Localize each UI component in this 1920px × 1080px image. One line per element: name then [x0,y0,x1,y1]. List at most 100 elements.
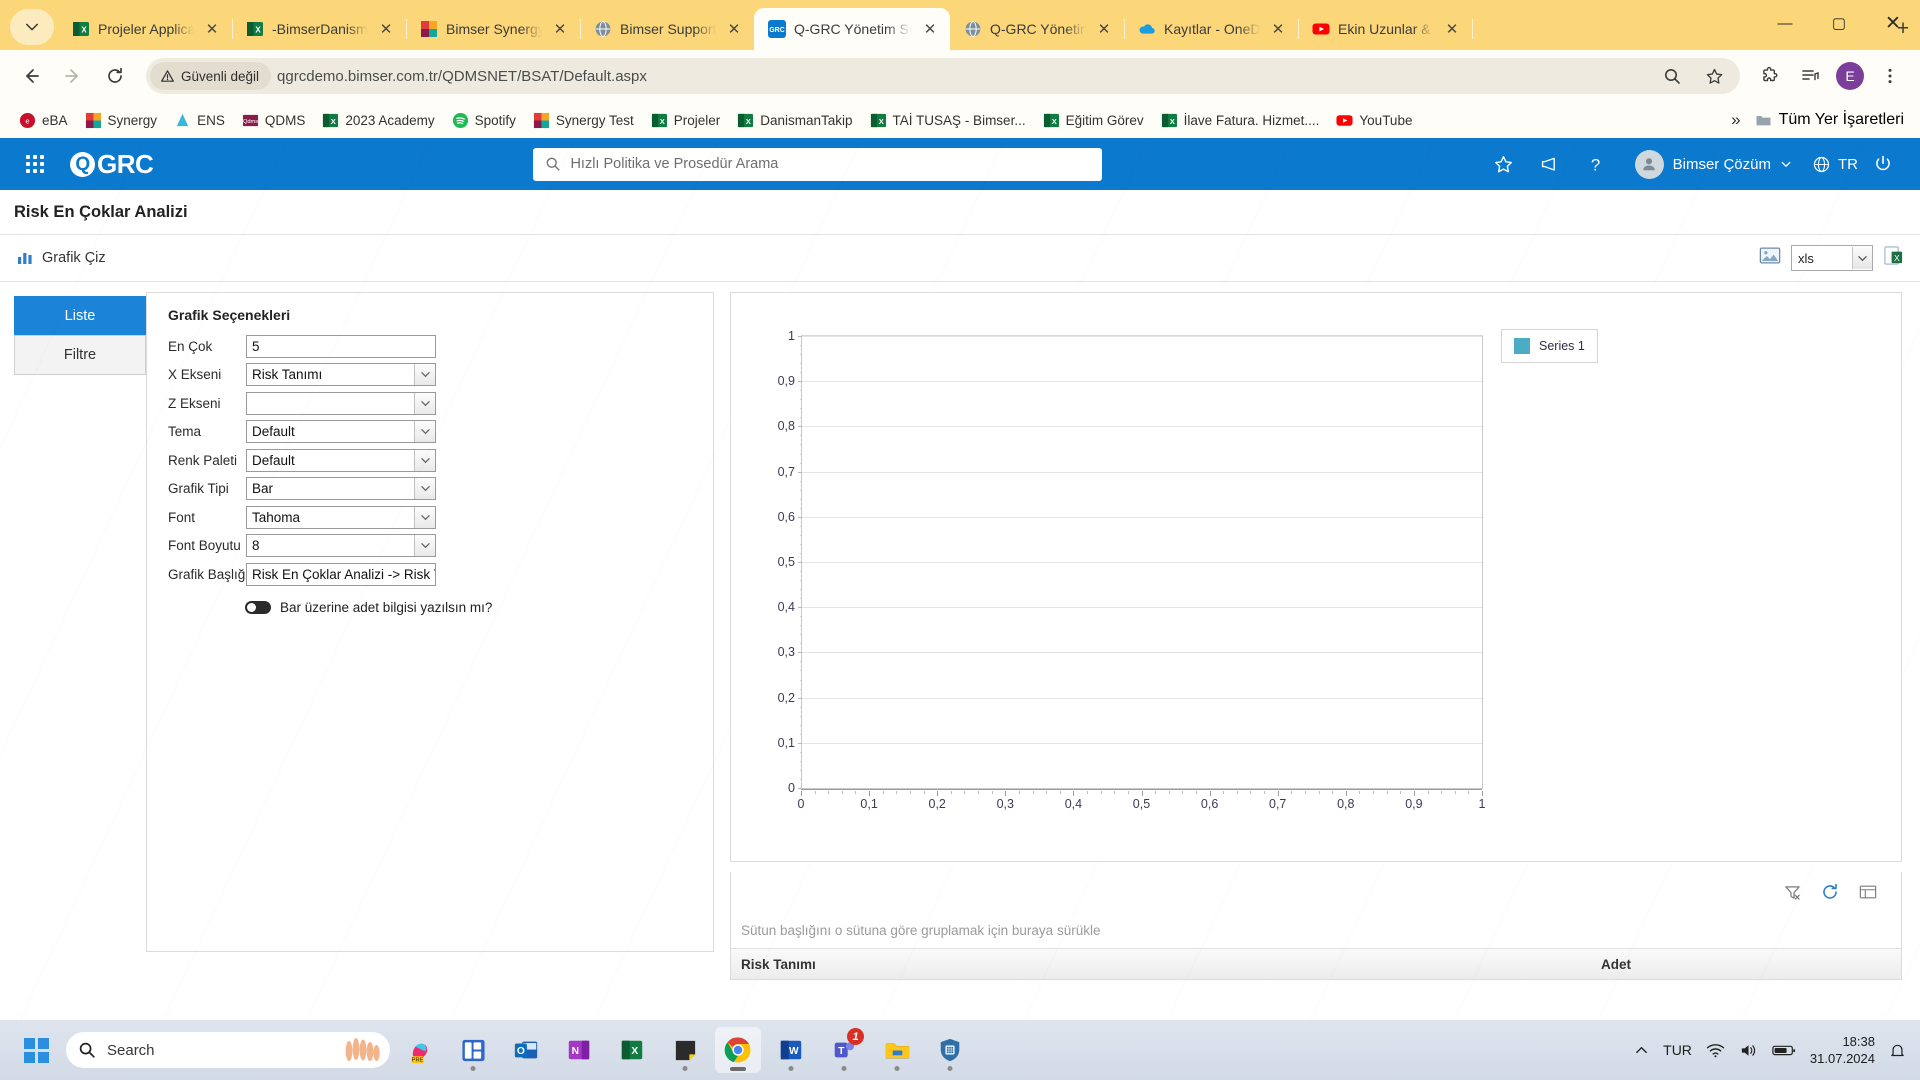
close-button[interactable]: ✕ [1866,0,1920,46]
taskbar-chrome[interactable] [715,1027,761,1073]
chevron-down-icon[interactable] [414,506,435,528]
taskbar-widgets[interactable] [450,1027,496,1073]
start-button[interactable] [24,1037,49,1063]
media-controls-button[interactable] [1792,58,1828,94]
grid-column-risk-tanimi[interactable]: Risk Tanımı [731,957,1601,972]
draw-chart-button[interactable]: Grafik Çiz [16,249,106,267]
taskbar-teams[interactable]: T 1 [821,1027,867,1073]
browser-tab[interactable]: X Projeler Application ✕ [58,8,233,50]
bookmark-item[interactable]: X İlave Fatura. Hizmet.... [1154,108,1327,133]
url-text[interactable]: qgrcdemo.bimser.com.tr/QDMSNET/BSAT/Defa… [277,68,1648,85]
browser-tab[interactable]: Bimser Support System ✕ [580,8,754,50]
bookmark-item[interactable]: ENS [167,108,232,133]
bookmark-item[interactable]: Qdms QDMS [235,108,313,133]
battery-icon[interactable] [1772,1043,1796,1057]
side-tab-filtre[interactable]: Filtre [14,335,146,375]
bookmark-item[interactable]: X DanismanTakip [730,108,859,133]
chevron-down-icon[interactable] [414,535,435,556]
refresh-icon[interactable] [1819,881,1841,903]
show-count-toggle[interactable] [245,601,271,614]
taskbar-excel[interactable]: X [609,1027,655,1073]
grid-column-adet[interactable]: Adet [1601,957,1901,972]
field-control[interactable]: Risk En Çoklar Analizi -> Risk Tan [246,562,436,586]
field-control[interactable] [246,391,436,415]
bookmark-item[interactable]: X TAİ TUSAŞ - Bimser... [863,108,1033,133]
export-image-button[interactable] [1759,246,1781,270]
tab-close-button[interactable]: ✕ [1094,19,1114,39]
notifications-icon[interactable] [1889,1042,1906,1059]
help-button[interactable]: ? [1575,143,1617,185]
logout-button[interactable] [1862,143,1904,185]
field-control[interactable]: 8 [246,534,436,557]
chevron-down-icon[interactable] [414,421,435,442]
chevron-down-icon[interactable] [414,392,435,414]
back-button[interactable] [12,57,50,95]
clear-filter-icon[interactable] [1781,881,1803,903]
taskbar-security[interactable] [927,1027,973,1073]
zoom-search-icon[interactable] [1654,58,1690,94]
clock[interactable]: 18:38 31.07.2024 [1810,1033,1875,1067]
tab-close-button[interactable]: ✕ [202,19,222,39]
forward-button[interactable] [54,57,92,95]
bookmark-item[interactable]: Synergy Test [526,108,641,133]
tab-close-button[interactable]: ✕ [724,19,744,39]
bookmark-star-icon[interactable] [1696,58,1732,94]
security-indicator[interactable]: Güvenli değil [150,62,272,90]
language-selector[interactable]: TR [1812,155,1858,174]
side-tab-liste[interactable]: Liste [14,296,146,335]
tab-close-button[interactable]: ✕ [550,19,570,39]
bookmarks-overflow-button[interactable]: » [1731,110,1740,130]
field-control[interactable]: Tahoma [246,505,436,529]
quick-search-input[interactable]: Hızlı Politika ve Prosedür Arama [533,147,1103,181]
taskbar-search[interactable]: Search [66,1032,390,1068]
taskbar-outlook[interactable]: O [503,1027,549,1073]
field-control[interactable]: Bar [246,477,436,500]
browser-tab[interactable]: Ekin Uzunlar & K... ✕ [1298,8,1473,50]
chevron-down-icon[interactable] [414,478,435,499]
chevron-down-icon[interactable] [414,449,435,471]
app-logo[interactable]: Q GRC [70,149,154,180]
browser-tab[interactable]: X -BimserDanismanTakip ✕ [232,8,407,50]
bookmark-item[interactable]: X 2023 Academy [315,108,441,133]
taskbar-copilot[interactable]: PRE [397,1027,443,1073]
profile-avatar[interactable]: E [1836,62,1864,90]
bookmark-item[interactable]: e eBA [12,108,75,133]
bookmark-item[interactable]: X Eğitim Görev [1036,108,1151,133]
field-control[interactable]: Risk Tanımı [246,363,436,386]
bookmark-item[interactable]: YouTube [1329,108,1419,133]
tab-search-button[interactable] [10,9,54,45]
tab-close-button[interactable]: ✕ [376,19,396,39]
announcements-button[interactable] [1529,143,1571,185]
group-panel-hint[interactable]: Sütun başlığını o sütuna göre gruplamak … [731,912,1901,948]
favorites-button[interactable] [1483,143,1525,185]
bookmark-item[interactable]: Synergy [78,108,165,133]
taskbar-file-explorer[interactable] [874,1027,920,1073]
tray-language[interactable]: TUR [1663,1042,1692,1058]
minimize-button[interactable]: — [1758,0,1812,46]
app-launcher-icon[interactable] [26,155,44,173]
taskbar-onenote[interactable]: N [556,1027,602,1073]
extensions-button[interactable] [1752,58,1788,94]
field-control[interactable]: 5 [246,334,436,358]
bookmark-item[interactable]: Spotify [445,108,523,133]
browser-tab[interactable]: GRC Q-GRC Yönetim Sistemi ✕ [754,8,950,50]
maximize-button[interactable]: ▢ [1812,0,1866,46]
tray-expand-button[interactable] [1634,1043,1649,1058]
taskbar-sticky-notes[interactable] [662,1027,708,1073]
wifi-icon[interactable] [1706,1042,1725,1059]
browser-tab[interactable]: Bimser Synergy ✕ [406,8,581,50]
browser-tab[interactable]: Kayıtlar - OneDrive ✕ [1124,8,1299,50]
column-chooser-icon[interactable] [1857,881,1879,903]
tab-close-button[interactable]: ✕ [920,19,940,39]
field-control[interactable]: Default [246,420,436,443]
all-bookmarks-button[interactable]: Tüm Yer İşaretleri [1755,111,1904,129]
chrome-menu-button[interactable] [1872,58,1908,94]
chevron-down-icon[interactable] [414,364,435,385]
address-bar[interactable]: Güvenli değil qgrcdemo.bimser.com.tr/QDM… [146,58,1740,94]
user-menu[interactable]: Bimser Çözüm [1631,149,1798,179]
export-excel-button[interactable]: X [1883,245,1904,271]
volume-icon[interactable] [1739,1042,1758,1059]
export-format-select[interactable]: xls [1791,245,1873,271]
reload-button[interactable] [96,57,134,95]
tab-close-button[interactable]: ✕ [1268,19,1288,39]
